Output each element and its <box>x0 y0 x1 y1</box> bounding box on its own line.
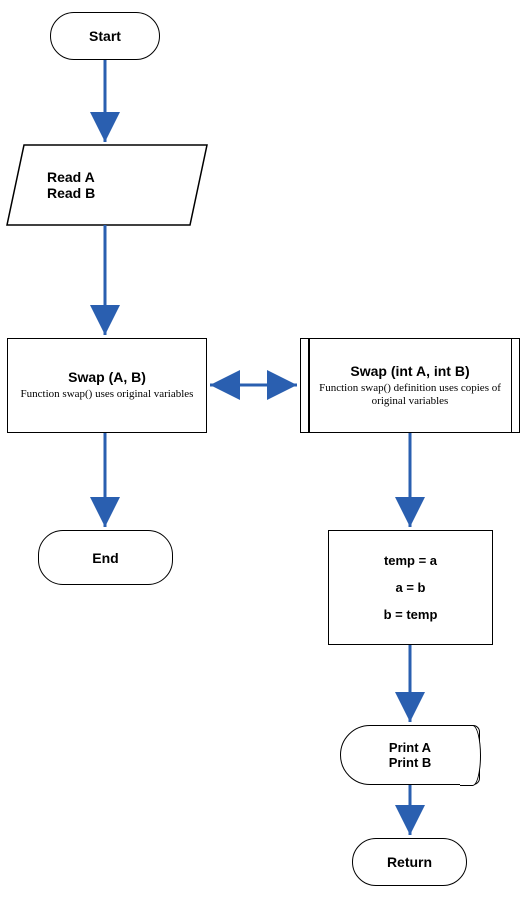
return-label: Return <box>387 854 432 870</box>
end-node: End <box>38 530 173 585</box>
start-node: Start <box>50 12 160 60</box>
read-line1: Read A <box>47 169 95 185</box>
swap-body-node: temp = a a = b b = temp <box>328 530 493 645</box>
read-node: Read A Read B <box>7 145 207 225</box>
swap-def-title: Swap (int A, int B) <box>350 363 469 379</box>
read-line2: Read B <box>47 185 95 201</box>
print-node: Print A Print B <box>340 725 480 785</box>
print-l1: Print A <box>389 740 431 755</box>
start-label: Start <box>89 28 121 44</box>
end-label: End <box>92 550 118 566</box>
return-node: Return <box>352 838 467 886</box>
swap-def-node: Swap (int A, int B) Function swap() defi… <box>300 338 520 433</box>
swap-call-sub: Function swap() uses original variables <box>21 388 194 401</box>
print-l2: Print B <box>389 755 432 770</box>
swap-body-l1: temp = a <box>384 553 437 568</box>
swap-body-l2: a = b <box>396 580 426 595</box>
swap-body-l3: b = temp <box>384 607 438 622</box>
swap-call-title: Swap (A, B) <box>68 369 146 385</box>
swap-call-node: Swap (A, B) Function swap() uses origina… <box>7 338 207 433</box>
swap-def-sub: Function swap() definition uses copies o… <box>316 382 504 408</box>
